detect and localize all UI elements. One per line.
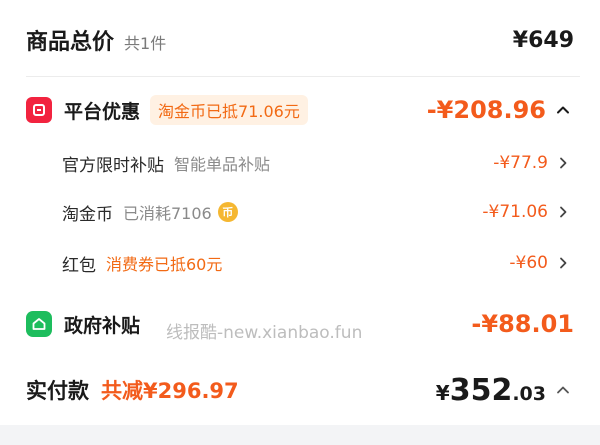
chevron-up-icon[interactable]: [552, 379, 574, 401]
red-packet-row[interactable]: 红包 消费券已抵60元 -¥60: [0, 246, 600, 280]
red-packet-amount: -¥60: [509, 253, 548, 273]
chevron-up-icon[interactable]: [552, 99, 574, 121]
total-price-value: ¥649: [512, 27, 574, 53]
watermark: 线报酷-new.xianbao.fun: [166, 323, 363, 343]
home-icon: [26, 311, 52, 337]
divider: [26, 76, 580, 77]
official-subsidy-label: 官方限时补贴: [62, 155, 164, 176]
taojinbi-used-note: 已消耗7106: [123, 204, 212, 223]
chevron-right-icon[interactable]: [554, 203, 572, 221]
red-packet-label: 红包: [62, 255, 96, 276]
amount-integer: 352: [449, 372, 513, 408]
platform-discount-title: 平台优惠: [64, 100, 141, 123]
actual-pay-amount: ¥ 352 .03: [436, 373, 546, 408]
total-price-title: 商品总价: [26, 30, 115, 55]
coin-icon: 币: [217, 202, 238, 222]
coin-deduct-tag: 淘金币已抵71.06元: [150, 95, 308, 125]
gov-subsidy-title: 政府补贴: [64, 314, 141, 337]
red-packet-note: 消费券已抵60元: [106, 255, 223, 274]
platform-discount-amount: -¥208.96: [426, 96, 546, 124]
official-subsidy-note: 智能单品补贴: [174, 155, 271, 174]
actual-pay-row[interactable]: 实付款 共减¥296.97 ¥ 352 .03: [0, 366, 600, 414]
item-count: 共1件: [124, 33, 167, 53]
taojinbi-amount: -¥71.06: [482, 202, 548, 222]
actual-pay-title: 实付款: [26, 379, 89, 403]
gov-subsidy-amount: -¥88.01: [471, 310, 574, 338]
official-subsidy-amount: -¥77.9: [493, 153, 548, 173]
chevron-right-icon[interactable]: [554, 154, 572, 172]
platform-discount-icon: [26, 97, 52, 123]
chevron-right-icon[interactable]: [554, 254, 572, 272]
bottom-band: [0, 425, 600, 445]
platform-discount-row[interactable]: 平台优惠 淘金币已抵71.06元 -¥208.96: [0, 90, 600, 130]
amount-decimal: .03: [512, 382, 546, 405]
total-saved: 共减¥296.97: [101, 379, 239, 403]
taojinbi-row[interactable]: 淘金币 已消耗7106 币 -¥71.06: [0, 195, 600, 229]
official-subsidy-row[interactable]: 官方限时补贴 智能单品补贴 -¥77.9: [0, 146, 600, 180]
taojinbi-label: 淘金币: [62, 204, 113, 225]
total-price-row: 商品总价 共1件 ¥649: [0, 16, 600, 64]
currency-symbol: ¥: [435, 380, 450, 405]
